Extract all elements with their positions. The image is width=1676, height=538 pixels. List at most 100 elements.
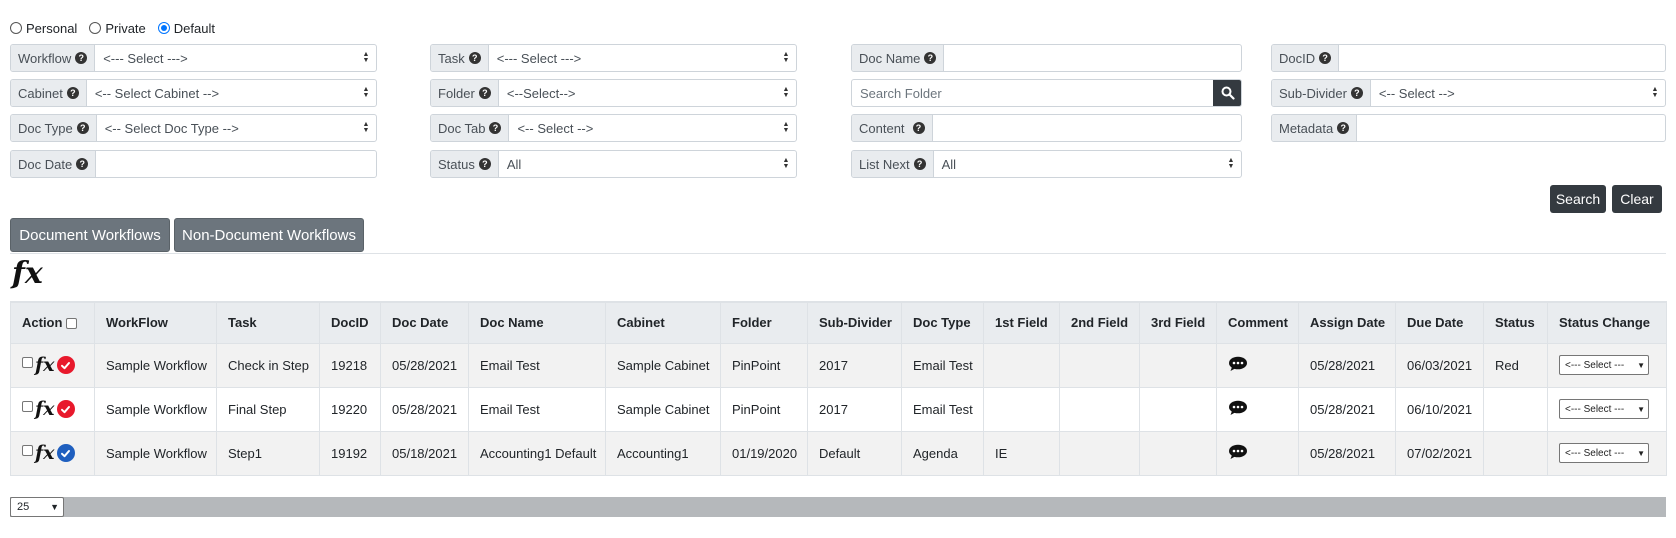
task-value[interactable]: <--- Select ---> [489,45,776,71]
col-assign-date[interactable]: Assign Date [1298,301,1396,344]
sub-divider-cell: 2017 [807,342,902,388]
check-circle-icon[interactable] [56,400,75,418]
row-checkbox[interactable] [22,401,33,412]
fx-icon[interactable]: fx [12,258,43,290]
doc-date-field[interactable]: Doc Date? [10,150,377,178]
status-value[interactable]: All [499,151,776,177]
doc-type-value[interactable]: <-- Select Doc Type --> [97,115,356,141]
col-cabinet[interactable]: Cabinet [605,301,721,344]
help-icon[interactable]: ? [76,158,89,170]
docid-field[interactable]: DocID? [1271,44,1666,72]
help-icon[interactable]: ? [66,87,79,99]
col-status-change[interactable]: Status Change [1547,301,1667,344]
col-2nd-field[interactable]: 2nd Field [1059,301,1140,344]
search-folder-field[interactable]: Search Folder [851,79,1242,107]
col-task[interactable]: Task [216,301,320,344]
status-change-select[interactable]: <--- Select --- ▼ [1559,399,1649,419]
folder-value[interactable]: <--Select--> [499,80,776,106]
tab-non-document-workflows[interactable]: Non-Document Workflows [174,218,364,252]
table-row[interactable]: fx Sample Workflow Step1 19192 05/18/2021 Acc… [10,430,1667,476]
doc-tab-label-text: Doc Tab [438,120,486,136]
comment-icon[interactable] [1228,356,1248,372]
content-input[interactable] [933,115,1241,141]
help-icon[interactable]: ? [478,87,491,99]
radio-private[interactable] [89,22,102,34]
comment-icon[interactable] [1228,400,1248,416]
content-field[interactable]: Content? [851,114,1242,142]
page-size-select[interactable]: 25 ▼ [10,497,64,517]
metadata-input[interactable] [1357,115,1665,141]
fx-icon[interactable]: fx [35,399,55,419]
help-icon[interactable]: ? [478,158,491,170]
status-change-select[interactable]: <--- Select --- ▼ [1559,355,1649,375]
col-1st-field[interactable]: 1st Field [983,301,1060,344]
status-change-select[interactable]: <--- Select --- ▼ [1559,443,1649,463]
table-row[interactable]: fx Sample Workflow Check in Step 19218 05/28… [10,342,1667,388]
doc-tab-select[interactable]: Doc Tab? <-- Select --> ▲ ▼ [430,114,797,142]
doc-name-input[interactable] [944,45,1241,71]
check-circle-icon[interactable] [56,444,75,462]
doc-type-select[interactable]: Doc Type? <-- Select Doc Type --> ▲ ▼ [10,114,377,142]
doc-tab-value[interactable]: <-- Select --> [509,115,776,141]
select-arrows-icon: ▲ ▼ [1227,157,1235,170]
folder-select[interactable]: Folder? <--Select--> ▲ ▼ [430,79,797,107]
fx-icon[interactable]: fx [35,443,55,463]
list-next-select[interactable]: List Next? All ▲ ▼ [851,150,1242,178]
sub-divider-value[interactable]: <-- Select --> [1371,80,1645,106]
col-3rd-field[interactable]: 3rd Field [1139,301,1217,344]
search-folder-button[interactable] [1213,80,1241,106]
help-icon[interactable]: ? [924,52,937,64]
cabinet-select[interactable]: Cabinet? <-- Select Cabinet --> ▲ ▼ [10,79,377,107]
scope-private[interactable]: Private [89,21,146,36]
col-folder[interactable]: Folder [720,301,808,344]
scope-personal[interactable]: Personal [10,21,77,36]
radio-personal[interactable] [10,22,22,34]
table-row[interactable]: fx Sample Workflow Final Step 19220 05/28/20… [10,386,1667,432]
col-doc-type[interactable]: Doc Type [901,301,984,344]
help-icon[interactable]: ? [75,52,88,64]
col-status[interactable]: Status [1483,301,1548,344]
metadata-field[interactable]: Metadata? [1271,114,1666,142]
help-icon[interactable]: ? [912,122,925,134]
col-sub-divider[interactable]: Sub-Divider [807,301,902,344]
help-icon[interactable]: ? [489,122,502,134]
col-workflow[interactable]: WorkFlow [94,301,217,344]
docid-input[interactable] [1339,45,1665,71]
help-icon[interactable]: ? [1337,122,1350,134]
help-icon[interactable]: ? [1319,52,1332,64]
workflow-select[interactable]: Workflow? <--- Select ---> ▲ ▼ [10,44,377,72]
fx-icon[interactable]: fx [35,355,55,375]
comment-icon[interactable] [1228,444,1248,460]
doc-name-field[interactable]: Doc Name? [851,44,1242,72]
col-doc-date[interactable]: Doc Date [380,301,469,344]
help-icon[interactable]: ? [76,122,89,134]
search-folder-input[interactable]: Search Folder [852,80,1213,106]
select-all-checkbox[interactable] [66,318,78,330]
sub-divider-select[interactable]: Sub-Divider? <-- Select --> ▲ ▼ [1271,79,1666,107]
scope-default[interactable]: Default [157,21,215,36]
workflow-value[interactable]: <--- Select ---> [95,45,356,71]
row-checkbox[interactable] [22,445,33,456]
status-select[interactable]: Status? All ▲ ▼ [430,150,797,178]
help-icon[interactable]: ? [913,158,926,170]
col-due-date[interactable]: Due Date [1395,301,1484,344]
select-arrows-icon: ▲ ▼ [362,51,370,64]
help-icon[interactable]: ? [1350,87,1363,99]
help-icon[interactable]: ? [468,52,481,64]
list-next-value[interactable]: All [934,151,1221,177]
clear-button[interactable]: Clear [1612,185,1662,213]
col-doc-name[interactable]: Doc Name [468,301,606,344]
tab-document-workflows[interactable]: Document Workflows [10,218,170,252]
row-checkbox[interactable] [22,357,33,368]
workflow-table: Action WorkFlow Task DocID Doc Date Doc … [10,301,1667,476]
task-select[interactable]: Task? <--- Select ---> ▲ ▼ [430,44,797,72]
radio-default[interactable] [157,22,170,34]
col-docid[interactable]: DocID [319,301,381,344]
folder-cell: 01/19/2020 [720,430,808,476]
search-button[interactable]: Search [1550,185,1606,213]
col-comment[interactable]: Comment [1216,301,1299,344]
cabinet-value[interactable]: <-- Select Cabinet --> [87,80,356,106]
check-circle-icon[interactable] [56,356,75,374]
doc-date-input[interactable] [96,151,376,177]
radio-personal-label: Personal [26,20,78,36]
